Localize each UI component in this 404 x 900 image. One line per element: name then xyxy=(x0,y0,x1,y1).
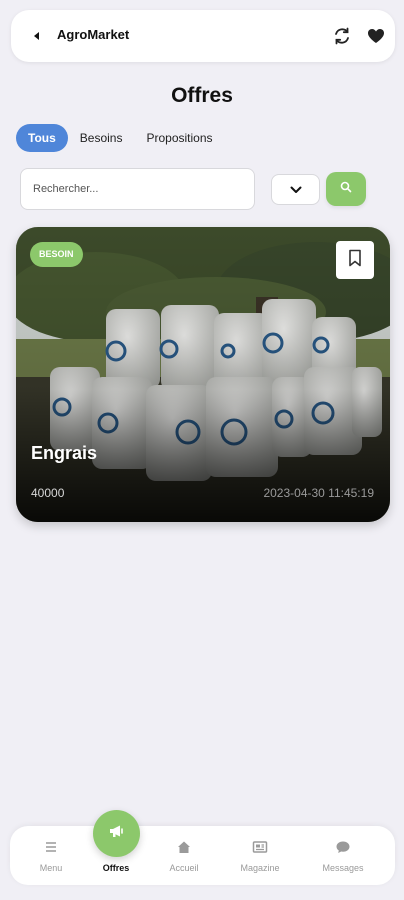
offer-date: 2023-04-30 11:45:19 xyxy=(263,486,374,500)
nav-label-menu: Menu xyxy=(39,863,63,873)
search-button[interactable] xyxy=(326,172,366,206)
nav-label-messages: Messages xyxy=(322,863,364,873)
chevron-down-icon xyxy=(290,181,302,199)
offer-image xyxy=(16,227,390,522)
bookmark-button[interactable] xyxy=(336,241,374,279)
nav-item-messages[interactable]: Messages xyxy=(308,826,378,885)
search-input[interactable] xyxy=(20,168,255,210)
nav-item-menu[interactable]: Menu xyxy=(16,826,86,885)
bottom-nav: Menu Offres Accueil Magazine Messages xyxy=(10,826,395,885)
heart-icon[interactable] xyxy=(365,25,387,47)
app-bar: AgroMarket xyxy=(11,10,395,62)
app-title: AgroMarket xyxy=(57,27,130,42)
chat-bubble-icon xyxy=(335,839,351,855)
tab-besoins[interactable]: Besoins xyxy=(68,124,135,152)
filter-tabs: Tous Besoins Propositions xyxy=(16,124,225,152)
newspaper-icon xyxy=(252,839,268,855)
back-arrow-icon[interactable] xyxy=(29,28,45,44)
search-icon xyxy=(340,180,352,198)
nav-item-magazine[interactable]: Magazine xyxy=(225,826,295,885)
tab-propositions[interactable]: Propositions xyxy=(134,124,224,152)
home-icon xyxy=(176,839,192,855)
menu-icon xyxy=(43,839,59,855)
offer-price: 40000 xyxy=(31,486,65,500)
offer-card[interactable]: BESOIN Engrais 40000 2023-04-30 11:45:19 xyxy=(16,227,390,522)
tab-tous[interactable]: Tous xyxy=(16,124,68,152)
filter-dropdown[interactable] xyxy=(271,174,320,205)
offer-title: Engrais xyxy=(31,443,98,463)
megaphone-icon xyxy=(108,823,126,844)
page-title: Offres xyxy=(171,84,233,107)
sync-icon[interactable] xyxy=(331,25,353,47)
nav-label-offres: Offres xyxy=(102,863,130,873)
nav-label-accueil: Accueil xyxy=(169,863,199,873)
bookmark-icon xyxy=(348,249,362,272)
status-badge: BESOIN xyxy=(30,242,83,267)
nav-label-magazine: Magazine xyxy=(240,863,280,873)
offres-fab-button[interactable] xyxy=(93,810,140,857)
nav-item-accueil[interactable]: Accueil xyxy=(149,826,219,885)
